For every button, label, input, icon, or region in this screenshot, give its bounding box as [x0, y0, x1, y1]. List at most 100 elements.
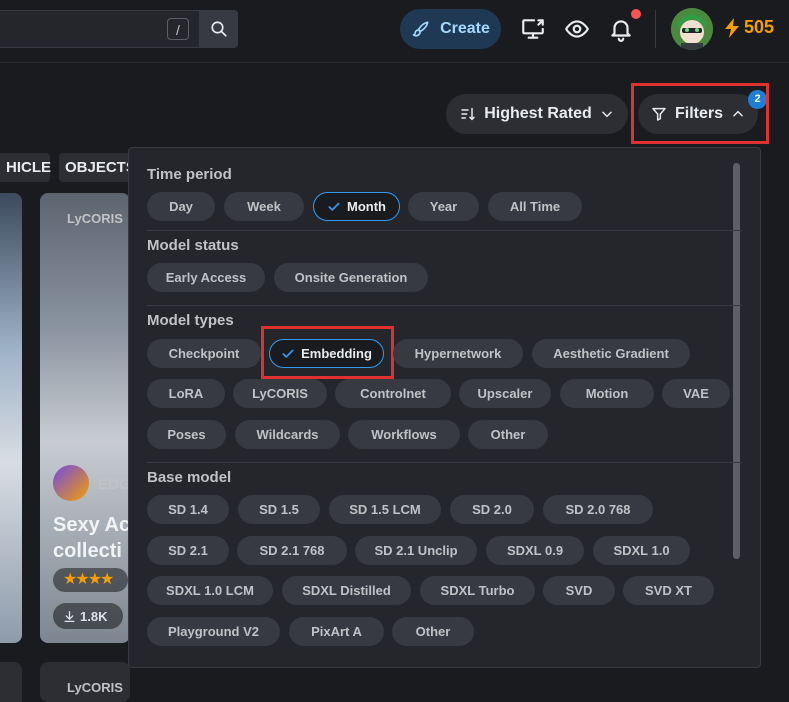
chip-base-other[interactable]: Other [392, 617, 474, 646]
chip-type-other[interactable]: Other [468, 420, 548, 449]
create-label: Create [440, 20, 490, 37]
chip-base-sd14[interactable]: SD 1.4 [147, 495, 229, 524]
creator-name[interactable]: EDG [98, 476, 131, 493]
category-chip-vehicle[interactable]: HICLE [0, 153, 51, 182]
search-button[interactable] [199, 11, 238, 47]
chip-label: SVD [565, 583, 593, 598]
upload-button[interactable] [520, 14, 546, 44]
chip-type-controlnet[interactable]: Controlnet [335, 379, 451, 408]
filters-highlight-box [631, 83, 769, 144]
search-icon [210, 21, 227, 37]
chip-type-wildcards[interactable]: Wildcards [235, 420, 340, 449]
chip-label: Early Access [165, 270, 247, 285]
brush-icon [412, 21, 429, 37]
chip-label: Week [247, 199, 281, 214]
chip-base-sd20-768[interactable]: SD 2.0 768 [543, 495, 653, 524]
notifications-button[interactable] [608, 14, 634, 44]
chip-time-week[interactable]: Week [224, 192, 304, 221]
category-label: OBJECTS [65, 159, 136, 176]
chip-status-onsite-generation[interactable]: Onsite Generation [274, 263, 428, 292]
card-type-badge: LyCORIS [67, 680, 123, 695]
chip-base-pixart-a[interactable]: PixArt A [289, 617, 384, 646]
chip-label: SDXL 1.0 [613, 543, 670, 558]
chip-label: SD 2.1 [168, 543, 208, 558]
chip-base-sd15-lcm[interactable]: SD 1.5 LCM [329, 495, 441, 524]
chip-label: Controlnet [360, 386, 426, 401]
chip-type-poses[interactable]: Poses [147, 420, 226, 449]
chip-type-vae[interactable]: VAE [662, 379, 730, 408]
monitor-upload-icon [522, 19, 544, 39]
chip-base-svd[interactable]: SVD [543, 576, 615, 605]
search-bar[interactable]: / [0, 10, 238, 48]
chip-type-checkpoint[interactable]: Checkpoint [147, 339, 261, 368]
chevron-down-icon [601, 111, 612, 118]
chip-type-workflows[interactable]: Workflows [348, 420, 460, 449]
category-chip-objects[interactable]: OBJECTS [59, 153, 136, 182]
user-avatar[interactable] [671, 8, 713, 50]
chip-label: Motion [585, 386, 629, 401]
visibility-toggle[interactable] [564, 14, 590, 44]
chip-label: SDXL Turbo [440, 583, 515, 598]
card-title[interactable]: Sexy Ac collecti [53, 512, 130, 564]
chip-label: SD 1.5 [259, 502, 299, 517]
chip-label: PixArt A [311, 624, 362, 639]
buzz-amount: 505 [744, 17, 775, 37]
sort-dropdown[interactable]: Highest Rated [446, 94, 628, 134]
chip-label: Upscaler [477, 386, 533, 401]
chip-type-hypernetwork[interactable]: Hypernetwork [393, 339, 523, 368]
category-label: HICLE [6, 159, 51, 176]
chip-base-sd21[interactable]: SD 2.1 [147, 536, 229, 565]
chip-base-sdxl-distilled[interactable]: SDXL Distilled [282, 576, 411, 605]
chip-base-sdxl10-lcm[interactable]: SDXL 1.0 LCM [147, 576, 273, 605]
avatar-icon [671, 8, 713, 50]
chip-type-motion[interactable]: Motion [560, 379, 654, 408]
check-icon [328, 202, 340, 211]
chip-label: Playground V2 [167, 624, 260, 639]
chip-base-sd21-unclip[interactable]: SD 2.1 Unclip [355, 536, 477, 565]
chip-base-sdxl10[interactable]: SDXL 1.0 [593, 536, 690, 565]
chip-label: Wildcards [256, 427, 319, 442]
create-button[interactable]: Create [400, 9, 501, 49]
chip-label: Aesthetic Gradient [553, 346, 669, 361]
chip-label: Day [169, 199, 193, 214]
chip-time-all-time[interactable]: All Time [488, 192, 582, 221]
chip-label: Poses [167, 427, 206, 442]
chip-label: Workflows [371, 427, 437, 442]
rating-stars: ★★★★ [53, 568, 128, 592]
chip-type-aesthetic-gradient[interactable]: Aesthetic Gradient [532, 339, 690, 368]
model-card[interactable] [0, 193, 22, 643]
panel-scrollbar[interactable] [733, 163, 740, 559]
chip-label: SDXL 0.9 [506, 543, 564, 558]
chip-base-sd20[interactable]: SD 2.0 [450, 495, 534, 524]
chip-status-early-access[interactable]: Early Access [147, 263, 265, 292]
card-title-line: Sexy Ac [53, 514, 131, 536]
chip-label: VAE [683, 386, 709, 401]
chip-label: SDXL Distilled [302, 583, 391, 598]
chip-label: SD 2.0 768 [565, 502, 631, 517]
creator-avatar[interactable] [53, 465, 89, 501]
chip-label: SVD XT [645, 583, 692, 598]
chip-time-year[interactable]: Year [408, 192, 479, 221]
buzz-balance[interactable]: 505 [724, 17, 774, 38]
chip-type-upscaler[interactable]: Upscaler [459, 379, 551, 408]
chip-label: Other [415, 624, 451, 639]
model-card[interactable] [0, 662, 22, 702]
chip-label: SD 1.5 LCM [349, 502, 421, 517]
download-count: 1.8K [53, 603, 123, 629]
chip-type-lycoris[interactable]: LyCORIS [233, 379, 327, 408]
chip-base-playground-v2[interactable]: Playground V2 [147, 617, 280, 646]
chip-label: Other [490, 427, 526, 442]
chip-type-lora[interactable]: LoRA [147, 379, 225, 408]
chip-base-sd21-768[interactable]: SD 2.1 768 [237, 536, 347, 565]
chip-base-svd-xt[interactable]: SVD XT [623, 576, 714, 605]
chip-base-sdxl-turbo[interactable]: SDXL Turbo [420, 576, 535, 605]
chip-base-sdxl09[interactable]: SDXL 0.9 [486, 536, 584, 565]
chip-base-sd15[interactable]: SD 1.5 [238, 495, 320, 524]
chip-time-day[interactable]: Day [147, 192, 215, 221]
section-title-model-types: Model types [147, 312, 234, 329]
chip-label: SD 2.0 [472, 502, 512, 517]
chip-label: SD 1.4 [168, 502, 208, 517]
chip-time-month[interactable]: Month [313, 192, 400, 221]
header-divider [655, 10, 656, 48]
chip-label: All Time [509, 199, 561, 214]
